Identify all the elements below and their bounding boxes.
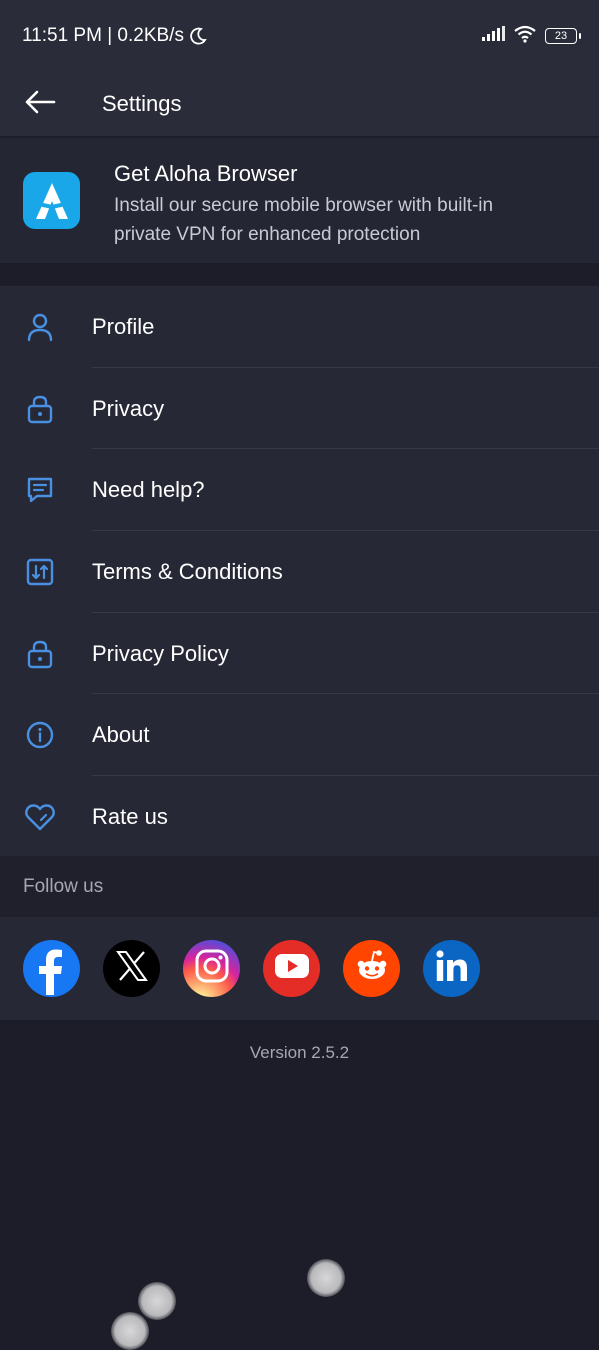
linkedin-button[interactable] [423,940,480,997]
moon-icon [188,26,208,46]
aloha-logo-icon [23,172,80,229]
wifi-icon [513,25,537,48]
aloha-promo-banner[interactable]: Get Aloha Browser Install our secure mob… [0,138,599,263]
facebook-icon [23,938,80,1000]
instagram-icon [194,948,230,989]
swap-doc-icon [0,557,80,587]
status-time-speed: 11:51 PM | 0.2KB/s [22,25,184,46]
status-left: 11:51 PM | 0.2KB/s [22,25,208,47]
x-icon [115,950,149,987]
facebook-button[interactable] [23,940,80,997]
menu-item-label: Profile [92,313,155,339]
page-title: Settings [102,91,182,116]
heart-icon [0,802,80,832]
menu-item-label: Rate us [92,803,168,829]
social-links [0,917,599,1020]
reddit-button[interactable] [343,940,400,997]
menu-item-profile[interactable]: Profile [0,286,599,368]
lock-icon [0,639,80,669]
back-button[interactable] [0,72,80,136]
instagram-button[interactable] [183,940,240,997]
youtube-icon [274,953,310,984]
promo-title: Get Aloha Browser [114,161,298,186]
menu-item-label: Terms & Conditions [92,558,283,584]
menu-item-rate-us[interactable]: Rate us [0,776,599,858]
promo-description-line1: Install our secure mobile browser with b… [114,195,494,216]
settings-menu: Profile Privacy Need help? Terms & Condi… [0,286,599,858]
info-icon [0,720,80,750]
promo-text: Get Aloha Browser Install our secure mob… [114,160,493,249]
touch-indicator [111,1312,149,1350]
touch-indicator [138,1282,176,1320]
reddit-icon [352,948,392,989]
status-right: 23 [481,25,581,48]
person-icon [0,312,80,342]
menu-item-label: Privacy Policy [92,640,229,666]
menu-item-need-help[interactable]: Need help? [0,449,599,532]
app-version: Version 2.5.2 [249,1043,350,1062]
promo-description: Install our secure mobile browser with b… [114,191,493,249]
touch-indicator [307,1259,345,1297]
chat-icon [0,475,80,505]
battery-indicator: 23 [545,28,581,44]
arrow-left-icon [24,90,56,119]
menu-item-privacy[interactable]: Privacy [0,368,599,450]
promo-description-line2: private VPN for enhanced protection [114,224,421,245]
menu-item-privacy-policy[interactable]: Privacy Policy [0,613,599,695]
follow-us-heading: Follow us [0,856,599,917]
menu-item-label: Privacy [92,395,165,421]
x-button[interactable] [103,940,160,997]
menu-item-about[interactable]: About [0,694,599,777]
signal-icon [481,25,505,47]
status-bar: 11:51 PM | 0.2KB/s 23 [0,0,599,72]
menu-item-label: About [92,722,150,748]
lock-icon [0,394,80,424]
menu-item-label: Need help? [92,477,205,503]
app-bar: Settings [0,72,599,136]
youtube-button[interactable] [263,940,320,997]
linkedin-icon [434,949,470,988]
menu-item-terms[interactable]: Terms & Conditions [0,531,599,613]
